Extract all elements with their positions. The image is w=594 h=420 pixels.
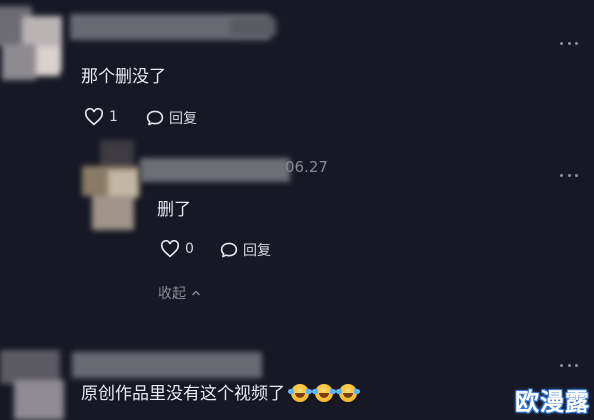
heart-outline-icon bbox=[160, 240, 180, 258]
more-dots-icon[interactable] bbox=[560, 362, 578, 368]
speech-bubble-icon bbox=[146, 110, 164, 126]
heart-outline-icon bbox=[84, 108, 104, 126]
laughing-tears-emoji bbox=[312, 384, 336, 402]
more-dots-icon[interactable] bbox=[560, 40, 578, 46]
chevron-up-icon bbox=[192, 290, 200, 296]
avatar[interactable] bbox=[82, 140, 142, 230]
like-count: 1 bbox=[109, 109, 118, 125]
reply-button[interactable]: 回复 bbox=[146, 108, 197, 128]
comment-text: 删了 bbox=[157, 200, 191, 220]
username-redacted[interactable] bbox=[72, 352, 262, 378]
like-button[interactable]: 0 bbox=[160, 240, 194, 258]
like-button[interactable]: 1 bbox=[84, 108, 118, 126]
comment-text-body: 原创作品里没有这个视频了 bbox=[81, 384, 285, 404]
like-count: 0 bbox=[185, 241, 194, 257]
avatar[interactable] bbox=[0, 6, 66, 80]
reply-label: 回复 bbox=[243, 243, 271, 259]
reply-button[interactable]: 回复 bbox=[220, 240, 271, 260]
avatar[interactable] bbox=[0, 350, 70, 420]
laughing-tears-emoji bbox=[288, 384, 312, 402]
comment-date: 06.27 bbox=[285, 158, 328, 176]
watermark: 欧漫露 bbox=[515, 388, 590, 416]
username-redacted-tail bbox=[230, 18, 276, 36]
speech-bubble-icon bbox=[220, 242, 238, 258]
username-redacted[interactable] bbox=[140, 158, 290, 182]
laughing-tears-emoji bbox=[336, 384, 360, 402]
comment-text: 那个删没了 bbox=[81, 67, 166, 87]
collapse-label: 收起 bbox=[158, 286, 186, 302]
comment-text: 原创作品里没有这个视频了 bbox=[81, 379, 360, 404]
reply-label: 回复 bbox=[169, 111, 197, 127]
collapse-button[interactable]: 收起 bbox=[158, 283, 201, 303]
more-dots-icon[interactable] bbox=[560, 172, 578, 178]
